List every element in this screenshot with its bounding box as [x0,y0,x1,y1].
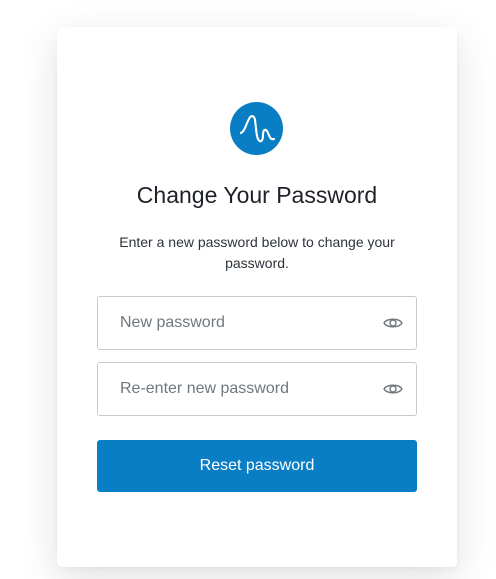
change-password-card: Change Your Password Enter a new passwor… [57,27,457,567]
reset-password-button[interactable]: Reset password [97,440,417,492]
instructions-text: Enter a new password below to change you… [119,234,395,271]
new-password-field[interactable] [97,296,417,350]
wave-logo-graphic [239,115,276,143]
eye-icon[interactable] [382,312,404,334]
page-title: Change Your Password [136,182,378,208]
eye-icon[interactable] [382,378,404,400]
show-password-eye-graphic [383,384,403,394]
wave-logo-icon [230,102,283,155]
new-password-input[interactable] [98,297,382,349]
confirm-password-field[interactable] [97,362,417,416]
confirm-password-input[interactable] [98,363,382,415]
show-password-eye-graphic [383,318,403,328]
